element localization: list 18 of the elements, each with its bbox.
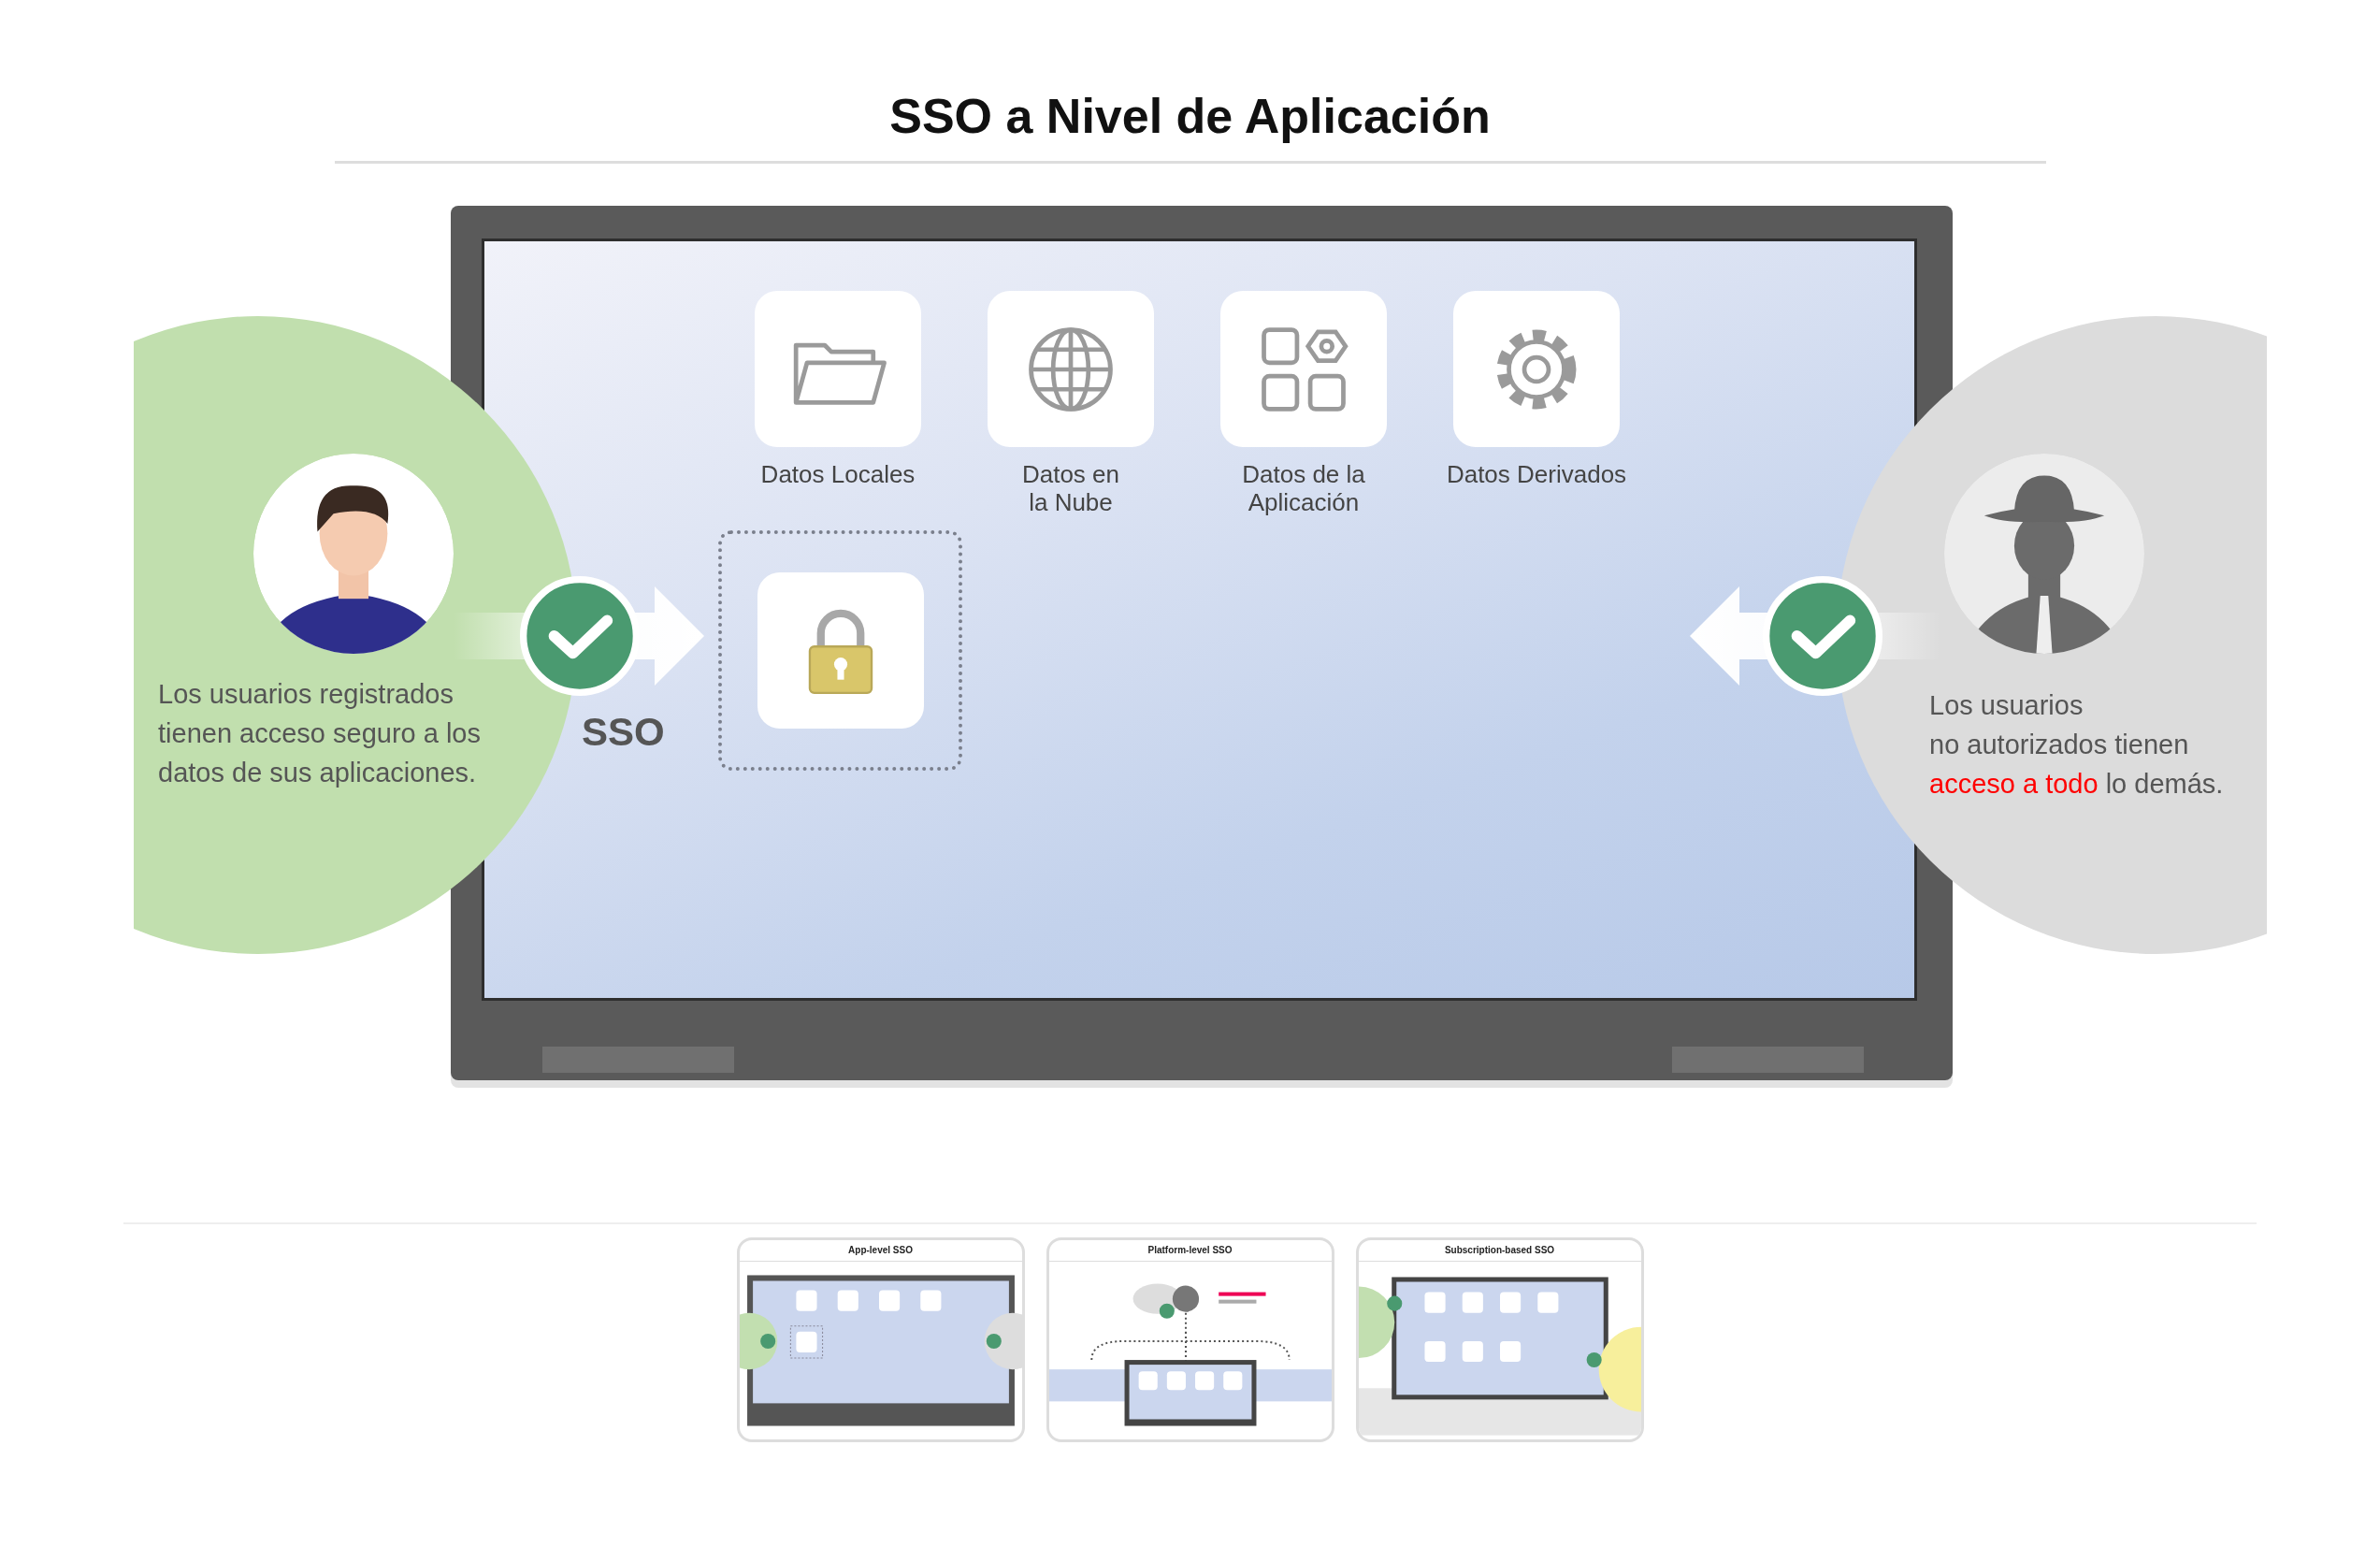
page-thumbnail[interactable]: Platform-level SSO <box>1046 1237 1334 1442</box>
sso-label: SSO <box>582 710 665 755</box>
page-thumbnail[interactable]: Subscription-based SSO <box>1355 1237 1644 1442</box>
unauthorized-users-note: Los usuarios no autorizados tienen acceso a todo lo demás. <box>1929 689 2224 801</box>
thumbnail-title: Platform-level SSO <box>1048 1240 1332 1262</box>
app-tile[interactable] <box>988 291 1154 447</box>
registered-users-note: Los usuarios registrados tienen acceso seguro a los datos de sus aplicaciones. <box>158 678 481 789</box>
app-tile[interactable] <box>1453 291 1620 447</box>
page-title: SSO a Nivel de Aplicación <box>888 88 1492 145</box>
page-thumbnail[interactable]: App-level SSO <box>736 1237 1025 1442</box>
thumbnail-title: Subscription-based SSO <box>1358 1240 1641 1262</box>
thumbnail-title: App-level SSO <box>739 1240 1022 1262</box>
app-tile[interactable] <box>1220 291 1387 447</box>
app-label: Datos en la Nube <box>1021 460 1120 516</box>
app-tile[interactable] <box>755 291 921 447</box>
app-label: Datos Locales <box>760 460 916 488</box>
app-label: Datos Derivados <box>1446 460 1627 488</box>
app-label: Datos de la Aplicación <box>1242 460 1365 516</box>
